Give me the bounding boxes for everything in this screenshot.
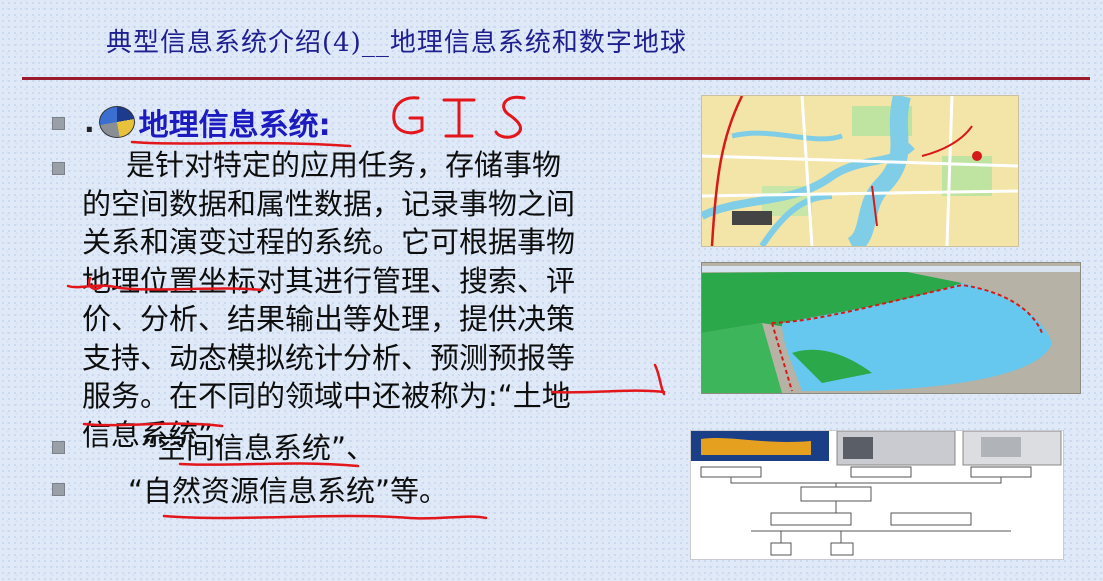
bullet-marker: [52, 483, 65, 496]
city-map-image: [701, 95, 1019, 247]
lake-map-image: [701, 262, 1081, 394]
definition-paragraph: 是针对特定的应用任务，存储事物 的空间数据和属性数据，记录事物之间 关系和演变过…: [82, 146, 642, 454]
natural-resource-item: “自然资源信息系统”等。: [128, 474, 449, 508]
body-line: 关系和演变过程的系统。它可根据事物: [82, 225, 576, 259]
section-heading: . 地理信息系统:: [84, 100, 331, 144]
body-line: 价、分析、结果输出等处理，提供决策: [82, 302, 576, 336]
globe-pie-icon: [98, 106, 135, 138]
handwritten-note: [392, 95, 526, 139]
body-line: 服务。在不同的领域中还被称为:“土地: [82, 379, 571, 413]
title-divider: [22, 77, 1090, 80]
system-diagram-image: [690, 430, 1064, 560]
heading-dot: .: [84, 105, 95, 139]
bullet-marker: [52, 441, 65, 454]
spatial-info-item: “空间信息系统”、: [142, 431, 376, 465]
body-line: 支持、动态模拟统计分析、预测预报等: [82, 340, 576, 375]
heading-text: 地理信息系统:: [138, 108, 331, 143]
body-line: 是针对特定的应用任务，存储事物: [126, 148, 562, 182]
body-line: 地理位置坐标对其进行管理、搜索、评: [82, 263, 576, 298]
body-line: 的空间数据和属性数据，记录事物之间: [82, 186, 576, 221]
bullet-marker: [52, 162, 65, 175]
slide-title: 典型信息系统介绍(4)__地理信息系统和数字地球: [106, 28, 687, 58]
bullet-marker: [52, 117, 65, 130]
